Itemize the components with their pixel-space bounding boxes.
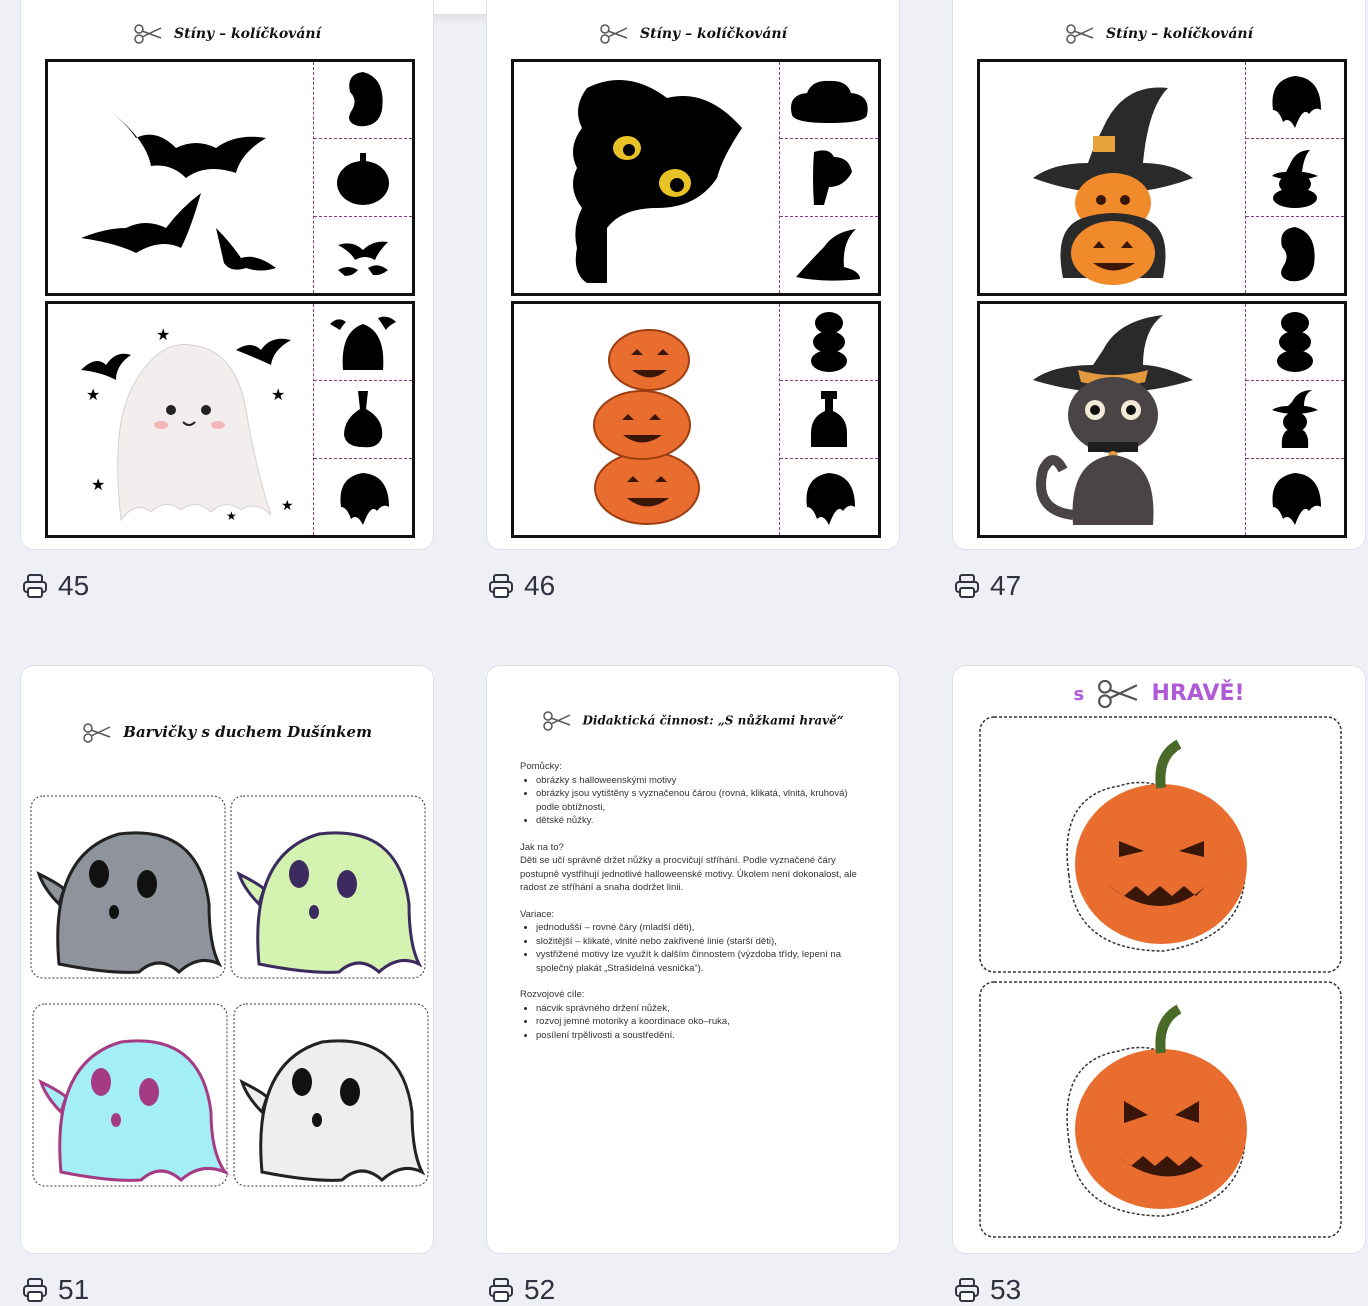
- section-list: nácvik správného držení nůžek, rozvoj je…: [520, 1002, 870, 1043]
- print-count-value: 46: [524, 570, 556, 601]
- shadow-bottle: [780, 380, 878, 457]
- pumpkin-grin: [1066, 1004, 1247, 1217]
- print-count[interactable]: 53: [954, 1274, 1021, 1306]
- shadow-ghost: [1246, 62, 1344, 138]
- shadow-bats: [314, 215, 412, 293]
- list-item: obrázky jsou vytištěny s vyznačenou čáro…: [536, 787, 870, 814]
- shadow-hat: [780, 215, 878, 293]
- printer-icon: [23, 1278, 47, 1302]
- worksheet-card[interactable]: Didaktická činnost: „S nůžkami hravě“ Po…: [486, 665, 900, 1254]
- section-heading: Jak na to?: [520, 841, 564, 853]
- witch-pumpkin-image: [980, 62, 1245, 293]
- shadow-grid-top: [45, 59, 415, 296]
- ghost-white: [233, 1003, 429, 1187]
- list-item: rozvoj jemné motoriky a koordinace oko–r…: [536, 1015, 870, 1029]
- shadow-blob: [1246, 215, 1344, 293]
- scissors-icon: [543, 711, 571, 731]
- print-count[interactable]: 52: [488, 1274, 555, 1306]
- shadow-ghost-stars: [314, 304, 412, 380]
- svg-text:★: ★: [281, 497, 294, 513]
- ghost-green: [230, 795, 426, 979]
- worksheet-title: Stíny – kolíčkování: [21, 23, 433, 45]
- worksheet-title: Stíny – kolíčkování: [953, 23, 1365, 45]
- worksheet-title: Stíny – kolíčkování: [487, 23, 899, 45]
- worksheet-card[interactable]: Stíny – kolíčkování ★ ★ ★ ★ ★ ★: [20, 0, 434, 550]
- worksheet-title: s HRAVĚ!: [953, 678, 1365, 710]
- witch-cat-image: [980, 304, 1245, 535]
- shadow-ghost: [1246, 457, 1344, 535]
- pumpkin-stack-image: [514, 304, 779, 535]
- svg-text:★: ★: [86, 387, 100, 404]
- svg-text:★: ★: [156, 327, 170, 344]
- shadow-grid-top: [511, 59, 881, 296]
- worksheet-card[interactable]: s HRAVĚ!: [952, 665, 1366, 1254]
- shadow-witch-pumpkin: [1246, 138, 1344, 215]
- shadow-grid-bottom: [511, 301, 881, 538]
- scissors-icon: [83, 723, 111, 743]
- ghost-image: ★ ★ ★ ★ ★ ★: [48, 304, 313, 535]
- shadow-grid-bottom: [977, 301, 1347, 538]
- pumpkins-sheet: [979, 716, 1342, 1238]
- worksheet-title: Didaktická činnost: „S nůžkami hravě“: [487, 710, 899, 732]
- print-count[interactable]: 47: [954, 570, 1021, 602]
- svg-text:★: ★: [226, 509, 237, 523]
- list-item: obrázky s halloweenskými motivy: [536, 774, 870, 788]
- shadow-pumpkin: [314, 138, 412, 215]
- worksheet-card[interactable]: Stíny – kolíčkování: [486, 0, 900, 550]
- worksheet-card[interactable]: Barvičky s duchem Dušínkem: [20, 665, 434, 1254]
- shadow-pumpkins: [780, 62, 878, 138]
- shadow-ghost: [780, 457, 878, 535]
- black-cat-image: [514, 62, 779, 293]
- shadow-grid-top: [977, 59, 1347, 296]
- printer-icon: [489, 574, 513, 598]
- printer-icon: [489, 1278, 513, 1302]
- list-item: posílení trpělivosti a soustředění.: [536, 1029, 870, 1043]
- print-count[interactable]: 46: [488, 570, 555, 602]
- printer-icon: [955, 574, 979, 598]
- printer-icon: [23, 574, 47, 598]
- section-heading: Rozvojové cíle:: [520, 989, 585, 1000]
- shadow-potion: [314, 380, 412, 457]
- section-list: jednodušší – rovné čáry (mladší děti), s…: [520, 921, 870, 975]
- shadow-ghost: [314, 62, 412, 138]
- scissors-icon: [134, 24, 162, 44]
- ghost-blue: [32, 1003, 230, 1187]
- shadow-stack: [780, 304, 878, 380]
- section-heading: Variace:: [520, 908, 555, 920]
- svg-text:★: ★: [271, 387, 285, 404]
- shadow-cat: [780, 138, 878, 215]
- printer-icon: [955, 1278, 979, 1302]
- worksheet-card[interactable]: Stíny – kolíčkování: [952, 0, 1366, 550]
- scissors-icon: [600, 24, 628, 44]
- list-item: jednodušší – rovné čáry (mladší děti),: [536, 921, 870, 935]
- scissors-icon: [1066, 24, 1094, 44]
- list-item: dětské nůžky.: [536, 814, 870, 828]
- print-count[interactable]: 45: [22, 570, 89, 602]
- pumpkin-angry: [1066, 739, 1247, 952]
- print-count-value: 47: [990, 570, 1022, 601]
- print-count-value: 51: [58, 1274, 90, 1305]
- print-count[interactable]: 51: [22, 1274, 89, 1306]
- shadow-cat-hat: [1246, 380, 1344, 457]
- shadow-ghost-2: [314, 457, 412, 535]
- shadow-stack: [1246, 304, 1344, 380]
- print-count-value: 53: [990, 1274, 1022, 1305]
- print-count-value: 45: [58, 570, 90, 601]
- bats-image: [48, 62, 313, 293]
- section-heading: Pomůcky:: [520, 761, 562, 772]
- list-item: vystřižené motivy lze využít k dalším či…: [536, 948, 870, 975]
- ghosts-grid: [30, 795, 429, 1187]
- print-count-value: 52: [524, 1274, 556, 1305]
- ghost-gray: [30, 795, 226, 979]
- worksheet-title: Barvičky s duchem Dušínkem: [21, 722, 433, 744]
- shadow-grid-bottom: ★ ★ ★ ★ ★ ★: [45, 301, 415, 538]
- didactic-text: Pomůcky: obrázky s halloweenskými motivy…: [520, 760, 870, 1042]
- section-list: obrázky s halloweenskými motivy obrázky …: [520, 774, 870, 828]
- scissors-icon: [1097, 679, 1138, 709]
- list-item: nácvik správného držení nůžek,: [536, 1002, 870, 1016]
- list-item: složitější – klikaté, vlnité nebo zakřiv…: [536, 935, 870, 949]
- section-text: Děti se učí správně držet nůžky a procvi…: [520, 855, 857, 893]
- svg-text:★: ★: [91, 477, 105, 494]
